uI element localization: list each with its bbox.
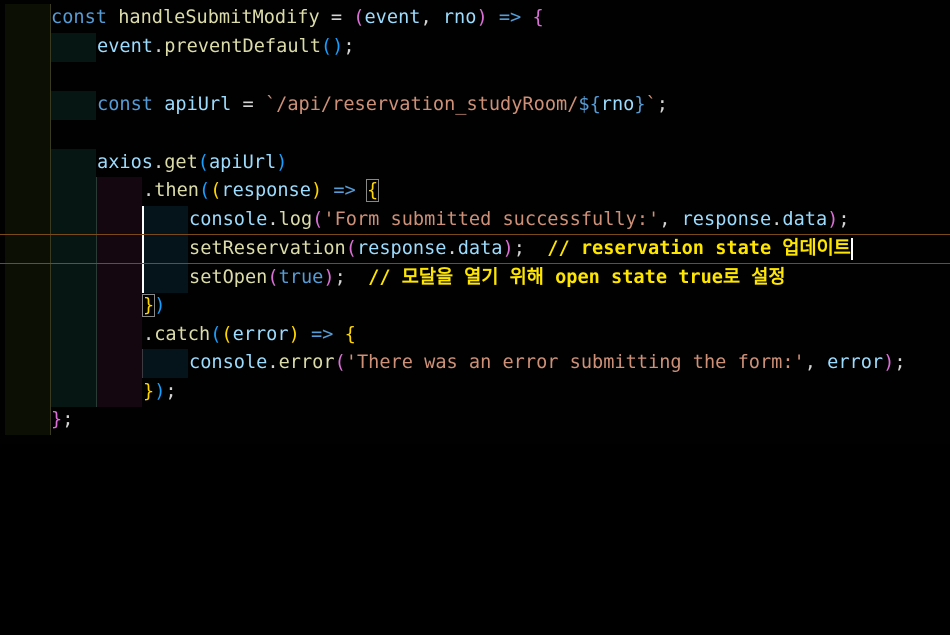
code-line-8[interactable]: console.log('Form submitted successfully… — [0, 206, 950, 235]
code-line-4[interactable]: const apiUrl = `/api/reservation_studyRo… — [0, 91, 950, 120]
code-line-10[interactable]: setOpen(true); // 모달을 열기 위해 open state t… — [0, 264, 950, 293]
code-line-14[interactable]: }); — [0, 378, 950, 407]
code-line-13[interactable]: console.error('There was an error submit… — [0, 349, 950, 378]
code-line-12[interactable]: .catch((error) => { — [0, 321, 950, 350]
code-line-5[interactable] — [0, 120, 950, 149]
code-line-11[interactable]: }) — [0, 292, 950, 321]
code-line-1[interactable]: const handleSubmitModify = (event, rno) … — [0, 4, 950, 33]
code-line-7[interactable]: .then((response) => { — [0, 177, 950, 206]
code-line-9[interactable]: setReservation(response.data); // reserv… — [0, 235, 950, 264]
code-line-15[interactable]: }; — [0, 406, 950, 435]
code-line-3[interactable] — [0, 62, 950, 91]
text-caret — [850, 237, 853, 260]
code-line-6[interactable]: axios.get(apiUrl) — [0, 149, 950, 178]
code-editor[interactable]: const handleSubmitModify = (event, rno) … — [0, 0, 950, 444]
code-line-2[interactable]: event.preventDefault(); — [0, 33, 950, 62]
